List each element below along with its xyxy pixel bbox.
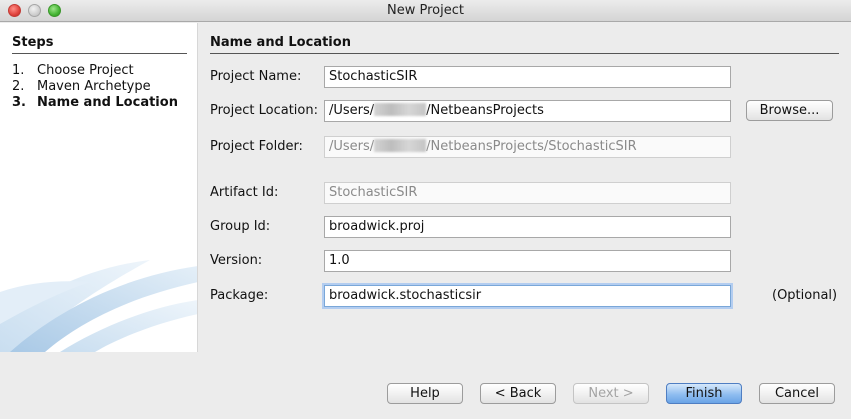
project-folder-label: Project Folder:	[210, 139, 303, 154]
step-item-choose-project: 1. Choose Project	[12, 63, 178, 79]
project-location-label: Project Location:	[210, 103, 318, 118]
project-folder-input: /Users/ /NetbeansProjects/StochasticSIR	[324, 136, 731, 158]
step-number: 2.	[12, 79, 25, 94]
step-label: Choose Project	[37, 63, 134, 78]
steps-list: 1. Choose Project 2. Maven Archetype 3. Nam…	[12, 63, 178, 111]
title-bar: New Project	[0, 0, 851, 22]
project-name-label: Project Name:	[210, 69, 302, 84]
help-button[interactable]: Help	[387, 383, 463, 404]
version-label: Version:	[210, 253, 263, 268]
steps-heading: Steps	[12, 35, 187, 54]
project-location-suffix: /NetbeansProjects	[426, 103, 544, 118]
step-item-maven-archetype: 2. Maven Archetype	[12, 79, 178, 95]
finish-button[interactable]: Finish	[666, 383, 742, 404]
browse-button[interactable]: Browse...	[746, 100, 833, 121]
project-name-input[interactable]: StochasticSIR	[324, 66, 731, 88]
group-id-label: Group Id:	[210, 219, 271, 234]
steps-panel: Steps 1. Choose Project 2. Maven Archetype…	[0, 23, 198, 352]
version-input[interactable]: 1.0	[324, 250, 731, 272]
window-title: New Project	[387, 3, 464, 18]
wizard-decoration-graphic	[0, 260, 197, 352]
back-button[interactable]: < Back	[480, 383, 556, 404]
cancel-button[interactable]: Cancel	[759, 383, 835, 404]
step-number: 1.	[12, 63, 25, 78]
redacted-username	[374, 103, 427, 116]
package-input[interactable]: broadwick.stochasticsir	[324, 285, 731, 307]
redacted-username	[374, 139, 427, 152]
step-label: Maven Archetype	[37, 79, 151, 94]
artifact-id-input: StochasticSIR	[324, 182, 731, 204]
next-button: Next >	[573, 383, 649, 404]
package-label: Package:	[210, 288, 269, 303]
project-folder-suffix: /NetbeansProjects/StochasticSIR	[426, 139, 637, 154]
package-optional-hint: (Optional)	[772, 288, 838, 303]
step-number: 3.	[12, 95, 26, 110]
artifact-id-label: Artifact Id:	[210, 185, 279, 200]
section-title: Name and Location	[210, 35, 839, 54]
step-label: Name and Location	[37, 95, 178, 110]
project-folder-prefix: /Users/	[329, 139, 375, 154]
step-item-name-and-location: 3. Name and Location	[12, 95, 178, 111]
project-location-input[interactable]: /Users/ /NetbeansProjects	[324, 100, 731, 122]
project-location-prefix: /Users/	[329, 103, 375, 118]
group-id-input[interactable]: broadwick.proj	[324, 216, 731, 238]
